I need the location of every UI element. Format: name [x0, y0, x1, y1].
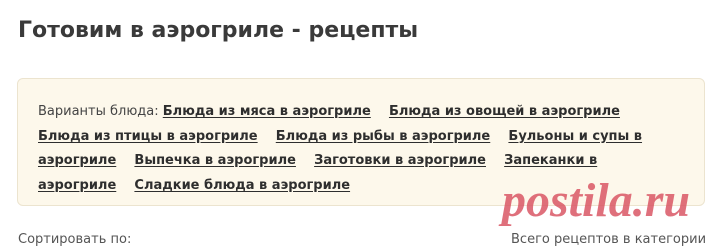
- recipe-count-label: Всего рецептов в категории: [511, 232, 707, 247]
- variant-link-baking[interactable]: Выпечка в аэрогриле: [134, 153, 296, 168]
- page-title: Готовим в аэрогриле - рецепты: [18, 18, 419, 43]
- dish-variants-label: Варианты блюда:: [38, 104, 159, 119]
- dish-variants-box: Варианты блюда: Блюда из мяса в аэрогрил…: [17, 78, 705, 206]
- variant-link-poultry[interactable]: Блюда из птицы в аэрогриле: [38, 129, 258, 144]
- sort-label: Сортировать по:: [18, 232, 132, 247]
- variant-link-desserts[interactable]: Сладкие блюда в аэрогриле: [134, 178, 350, 193]
- variant-link-vegetables[interactable]: Блюда из овощей в аэрогриле: [389, 104, 620, 119]
- variant-link-preserves[interactable]: Заготовки в аэрогриле: [314, 153, 486, 168]
- variant-link-meat[interactable]: Блюда из мяса в аэрогриле: [163, 104, 371, 119]
- variant-link-fish[interactable]: Блюда из рыбы в аэрогриле: [276, 129, 491, 144]
